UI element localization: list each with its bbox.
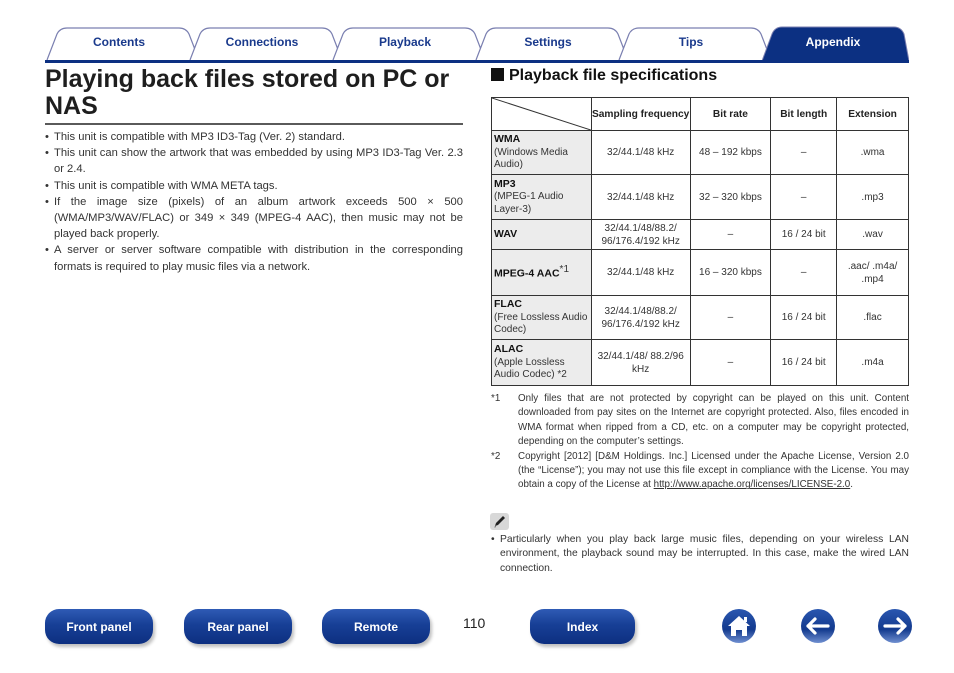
freq-cell: 32/44.1/48/ 88.2/96 kHz [590, 339, 691, 386]
title-divider [45, 123, 463, 125]
freq-cell: 32/44.1/48 kHz [590, 130, 691, 175]
format-desc: (MPEG-1 Audio Layer-3) [494, 191, 564, 215]
format-name: MP3 [494, 177, 516, 190]
bullet-item: This unit is compatible with MP3 ID3-Tag… [45, 129, 463, 145]
bitlen-cell: – [770, 174, 838, 220]
bullet-item: This unit is compatible with WMA META ta… [45, 178, 463, 194]
table-row: WMA (Windows Media Audio) 32/44.1/48 kHz … [491, 130, 909, 175]
format-cell: MPEG-4 AAC*1 [491, 249, 592, 296]
format-cell: FLAC (Free Lossless Audio Codec) [491, 295, 592, 340]
bitrate-cell: 48 – 192 kbps [689, 130, 772, 175]
footnote-ref: *2 [557, 369, 567, 381]
freq-cell: 32/44.1/48/88.2/ 96/176.4/192 kHz [590, 295, 691, 340]
ext-cell: .m4a [836, 339, 909, 386]
page-title: Playing back files stored on PC or NAS [45, 65, 450, 120]
info-bullet-list: This unit is compatible with MP3 ID3-Tag… [45, 129, 463, 275]
format-desc: (Free Lossless Audio Codec) [494, 311, 588, 336]
tab-underline [45, 60, 909, 63]
format-cell: WAV [491, 219, 592, 250]
table-row: WAV 32/44.1/48/88.2/ 96/176.4/192 kHz – … [491, 219, 909, 250]
format-name: MPEG-4 AAC [494, 267, 560, 280]
bitlen-cell: – [770, 249, 838, 296]
tab-connections[interactable]: Connections [202, 35, 322, 55]
playback-spec-table: Sampling frequency Bit rate Bit length E… [491, 97, 909, 386]
freq-cell: 32/44.1/48/88.2/ 96/176.4/192 kHz [590, 219, 691, 250]
tip-text: Particularly when you play back large mu… [491, 533, 909, 576]
bitlen-cell: 16 / 24 bit [770, 219, 838, 250]
header-extension: Extension [836, 97, 909, 131]
forward-arrow-icon [878, 609, 912, 643]
bitrate-cell: 16 – 320 kbps [689, 249, 772, 296]
table-row: MP3 (MPEG-1 Audio Layer-3) 32/44.1/48 kHz… [491, 174, 909, 220]
square-bullet-icon [491, 68, 504, 81]
bitrate-cell: – [689, 295, 772, 340]
freq-cell: 32/44.1/48 kHz [590, 174, 691, 220]
format-name: FLAC [494, 298, 522, 311]
footnote-ref: *1 [559, 264, 569, 276]
table-corner-cell [491, 97, 592, 131]
header-bit-length: Bit length [770, 97, 838, 131]
table-row: FLAC (Free Lossless Audio Codec) 32/44.1/… [491, 295, 909, 340]
bitrate-cell: – [689, 219, 772, 250]
back-arrow-icon [801, 609, 835, 643]
header-bit-rate: Bit rate [689, 97, 772, 131]
ext-cell: .aac/ .m4a/ .mp4 [836, 249, 909, 296]
bitlen-cell: 16 / 24 bit [770, 339, 838, 386]
footnote-mark: *2 [491, 450, 501, 462]
section-heading: Playback file specifications [491, 67, 717, 85]
footnotes: *1 Only files that are not protected by … [491, 392, 909, 493]
front-panel-button[interactable]: Front panel [45, 609, 153, 644]
format-cell: WMA (Windows Media Audio) [491, 130, 592, 175]
footnote-text: Only files that are not protected by cop… [518, 393, 909, 448]
table-row: ALAC (Apple Lossless Audio Codec) *2 32/4… [491, 339, 909, 386]
footnote-1: *1 Only files that are not protected by … [491, 392, 909, 450]
footnote-2: *2 Copyright [2012] [D&M Holdings. Inc.]… [491, 450, 909, 493]
footnote-mark: *1 [491, 393, 501, 404]
ext-cell: .wma [836, 130, 909, 175]
bitlen-cell: 16 / 24 bit [770, 295, 838, 340]
tab-tips[interactable]: Tips [631, 35, 751, 55]
diagonal-line-icon [492, 98, 591, 130]
tab-contents[interactable]: Contents [59, 35, 179, 55]
bitlen-cell: – [770, 130, 838, 175]
tab-bar: Contents Connections Playback Settings T… [45, 26, 909, 62]
pencil-icon [490, 513, 509, 530]
footnote-text-end: . [850, 479, 853, 491]
tab-playback[interactable]: Playback [345, 35, 465, 55]
bitrate-cell: – [689, 339, 772, 386]
section-heading-text: Playback file specifications [509, 67, 718, 84]
tab-settings[interactable]: Settings [488, 35, 608, 55]
bullet-item: A server or server software compatible w… [45, 242, 463, 274]
format-desc: (Apple Lossless Audio Codec) [494, 356, 565, 381]
ext-cell: .mp3 [836, 174, 909, 220]
bullet-item: This unit can show the artwork that was … [45, 145, 463, 177]
bitrate-cell: 32 – 320 kbps [689, 174, 772, 220]
back-button[interactable] [800, 608, 836, 644]
format-cell: MP3 (MPEG-1 Audio Layer-3) [491, 174, 592, 220]
rear-panel-button[interactable]: Rear panel [184, 609, 292, 644]
ext-cell: .wav [836, 219, 909, 250]
header-sampling-frequency: Sampling frequency [590, 97, 691, 131]
remote-button[interactable]: Remote [322, 609, 430, 644]
table-row: MPEG-4 AAC*1 32/44.1/48 kHz 16 – 320 kbp… [491, 249, 909, 296]
index-button[interactable]: Index [530, 609, 635, 644]
format-name: WAV [494, 227, 518, 240]
page-number: 110 [463, 615, 486, 631]
home-button[interactable] [721, 608, 757, 644]
table-header-row: Sampling frequency Bit rate Bit length E… [491, 97, 909, 131]
tab-appendix[interactable]: Appendix [773, 35, 893, 55]
bullet-item: If the image size (pixels) of an album a… [45, 194, 463, 243]
format-name: ALAC [494, 343, 524, 356]
format-desc: (Windows Media Audio) [494, 146, 568, 171]
forward-button[interactable] [877, 608, 913, 644]
freq-cell: 32/44.1/48 kHz [590, 249, 691, 296]
license-link[interactable]: http://www.apache.org/licenses/LICENSE-2… [654, 479, 851, 490]
ext-cell: .flac [836, 295, 909, 340]
home-icon [722, 609, 756, 643]
format-name: WMA [494, 133, 521, 146]
format-cell: ALAC (Apple Lossless Audio Codec) *2 [491, 339, 592, 386]
